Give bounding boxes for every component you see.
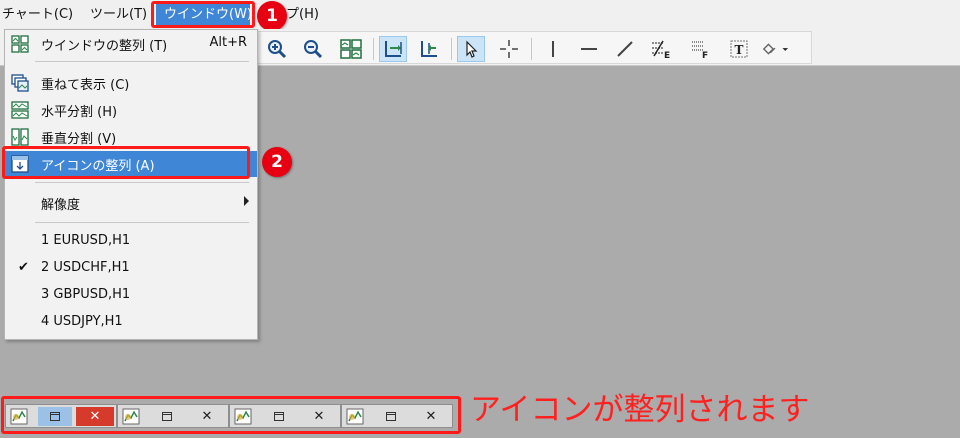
checkmark-icon: ✔ [18, 260, 29, 275]
tile-horizontal-icon [11, 101, 29, 119]
trendline-icon[interactable] [611, 36, 639, 62]
horizontal-line-icon[interactable] [575, 36, 603, 62]
annotation-caption: アイコンが整列されます [470, 392, 810, 428]
menu-item-tile-horizontal[interactable]: 水平分割 (H) [5, 97, 257, 123]
menu-item-label: 解像度 [41, 198, 81, 213]
menu-bar: チャート(C) ツール(T) ウインドウ(W) プ(H) [0, 0, 960, 29]
menu-chart[interactable]: チャート(C) [0, 3, 81, 27]
menu-item-label: 1 EURUSD,H1 [41, 233, 131, 248]
step-badge-2: 2 [262, 147, 292, 177]
highlight-box-minimized-windows [1, 396, 461, 434]
step-badge-1: 1 [257, 1, 287, 31]
toolbar-panel: E F T [256, 31, 812, 64]
menu-item-label: 垂直分割 (V) [41, 132, 117, 147]
menu-item-window-3[interactable]: 3 GBPUSD,H1 [5, 283, 257, 309]
menu-tools[interactable]: ツール(T) [82, 3, 155, 27]
menu-item-shortcut: Alt+R [209, 35, 247, 50]
menu-item-window-2[interactable]: ✔ 2 USDCHF,H1 [5, 256, 257, 282]
menu-item-label: 2 USDCHF,H1 [41, 260, 130, 275]
menu-separator [35, 61, 249, 62]
menu-item-label: 3 GBPUSD,H1 [41, 287, 131, 302]
autoscroll-icon[interactable] [415, 36, 443, 62]
fibonacci-icon[interactable]: E [647, 36, 675, 62]
text-label-icon[interactable]: T [725, 36, 753, 62]
menu-item-window-1[interactable]: 1 EURUSD,H1 [5, 229, 257, 255]
menu-item-label: 重ねて表示 (C) [41, 78, 130, 93]
cursor-icon[interactable] [457, 36, 485, 62]
shapes-icon[interactable] [761, 36, 789, 62]
cascade-icon [11, 74, 29, 92]
menu-item-resolution[interactable]: 解像度 [5, 190, 257, 216]
window-menu-dropdown: ウインドウの整列 (T) Alt+R 重ねて表示 (C) 水平分割 (H) 垂直… [4, 29, 258, 340]
toolbar-separator [531, 38, 532, 60]
svg-text:T: T [735, 43, 744, 57]
menu-separator [35, 182, 249, 183]
toolbar-separator [373, 38, 374, 60]
menu-item-cascade[interactable]: 重ねて表示 (C) [5, 70, 257, 96]
menu-item-window-4[interactable]: 4 USDJPY,H1 [5, 310, 257, 336]
toolbar-separator [451, 38, 452, 60]
menu-item-tile-windows[interactable]: ウインドウの整列 (T) Alt+R [5, 31, 257, 57]
crosshair-icon[interactable] [495, 36, 523, 62]
tile-vertical-icon [11, 128, 29, 146]
menu-item-label: ウインドウの整列 (T) [41, 39, 168, 54]
vertical-line-icon[interactable] [539, 36, 567, 62]
menu-separator [35, 222, 249, 223]
fibonacci-fan-icon[interactable]: F [687, 36, 715, 62]
tile-windows-icon[interactable] [337, 36, 365, 62]
menu-item-label: 4 USDJPY,H1 [41, 314, 123, 329]
submenu-arrow-icon [244, 196, 249, 206]
tile-windows-icon [11, 35, 29, 53]
highlight-box-window-menu [151, 1, 255, 28]
chart-shift-icon[interactable] [379, 36, 407, 62]
highlight-box-arrange-icons [2, 146, 250, 179]
zoom-in-icon[interactable] [263, 36, 291, 62]
svg-text:E: E [664, 51, 670, 59]
svg-text:F: F [702, 51, 708, 59]
menu-item-label: 水平分割 (H) [41, 105, 118, 120]
zoom-out-icon[interactable] [299, 36, 327, 62]
